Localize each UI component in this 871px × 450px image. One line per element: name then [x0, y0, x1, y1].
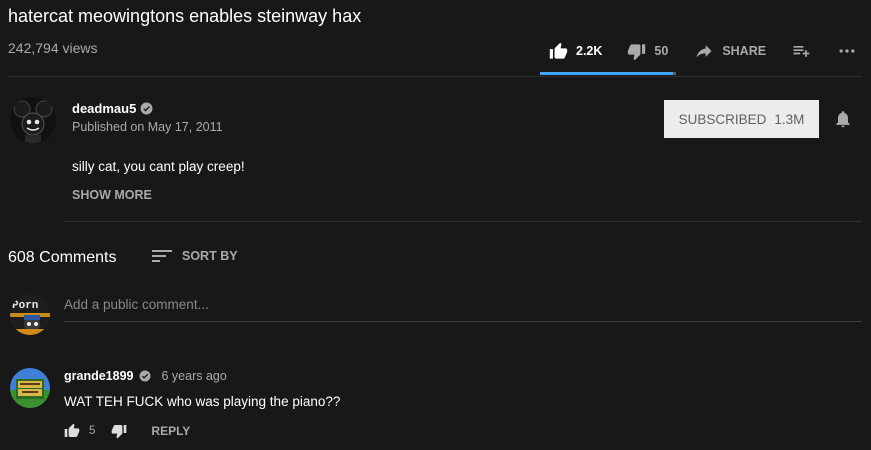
video-description: silly cat, you cant play creep!	[72, 159, 245, 174]
more-horiz-icon	[839, 49, 855, 53]
comment-like-count: 5	[89, 425, 96, 437]
like-ratio-bar	[540, 72, 676, 75]
notification-bell-button[interactable]	[833, 108, 853, 135]
user-avatar-image: Porn	[10, 295, 50, 335]
comment-like-button[interactable]	[64, 423, 80, 439]
deadmau5-logo-icon	[10, 97, 56, 143]
comment-time[interactable]: 6 years ago	[161, 369, 226, 383]
verified-check-icon	[139, 370, 151, 382]
comment-dislike-button[interactable]	[111, 423, 127, 439]
video-title: hatercat meowingtons enables steinway ha…	[8, 6, 362, 26]
like-count: 2.2K	[576, 44, 603, 58]
sort-by-label: SORT BY	[182, 249, 238, 263]
comment-avatar[interactable]	[10, 368, 50, 408]
share-icon	[696, 45, 712, 58]
view-count: 242,794 views	[8, 40, 98, 56]
verified-check-icon	[140, 102, 153, 115]
thumb-up-icon	[549, 42, 568, 59]
subscriber-count: 1.3M	[774, 111, 805, 127]
dislike-button[interactable]: 50	[627, 42, 668, 61]
channel-avatar[interactable]	[10, 97, 56, 143]
svg-text:Porn: Porn	[12, 300, 38, 312]
subscribe-label: SUBSCRIBED	[678, 111, 767, 127]
comment-author[interactable]: grande1899	[64, 369, 133, 383]
divider	[8, 76, 862, 77]
sort-by-button[interactable]: SORT BY	[152, 248, 238, 264]
like-ratio-fill	[540, 72, 673, 75]
user-avatar: Porn	[10, 295, 50, 335]
more-actions-button[interactable]	[836, 41, 858, 61]
thumb-down-icon	[112, 425, 127, 439]
playlist-add-icon	[793, 46, 810, 57]
sort-icon	[152, 250, 172, 262]
comment-count: 608 Comments	[8, 249, 117, 266]
add-comment-input[interactable]: Add a public comment...	[64, 297, 862, 322]
publish-date: Published on May 17, 2011	[72, 120, 223, 134]
comment-text: WAT TEH FUCK who was playing the piano??	[64, 394, 341, 409]
divider	[64, 221, 862, 222]
channel-name[interactable]: deadmau5	[72, 101, 136, 116]
grande1899-avatar-image	[10, 368, 50, 408]
save-button[interactable]	[791, 41, 811, 61]
like-button[interactable]: 2.2K	[549, 42, 602, 61]
thumb-down-icon	[628, 43, 646, 60]
show-more-button[interactable]: SHOW MORE	[72, 188, 152, 202]
comment-actions: 5 REPLY	[64, 423, 190, 439]
dislike-count: 50	[654, 44, 669, 58]
share-label: SHARE	[722, 44, 767, 58]
video-actions: 2.2K 50 SHARE	[549, 40, 858, 62]
subscribe-button[interactable]: SUBSCRIBED 1.3M	[664, 100, 819, 138]
thumb-up-icon	[64, 423, 80, 437]
share-button[interactable]: SHARE	[694, 41, 766, 61]
notification-bell-icon	[836, 111, 850, 128]
channel-name-row: deadmau5	[72, 101, 153, 116]
reply-button[interactable]: REPLY	[151, 424, 190, 438]
comment-header: grande1899 6 years ago	[64, 369, 227, 383]
